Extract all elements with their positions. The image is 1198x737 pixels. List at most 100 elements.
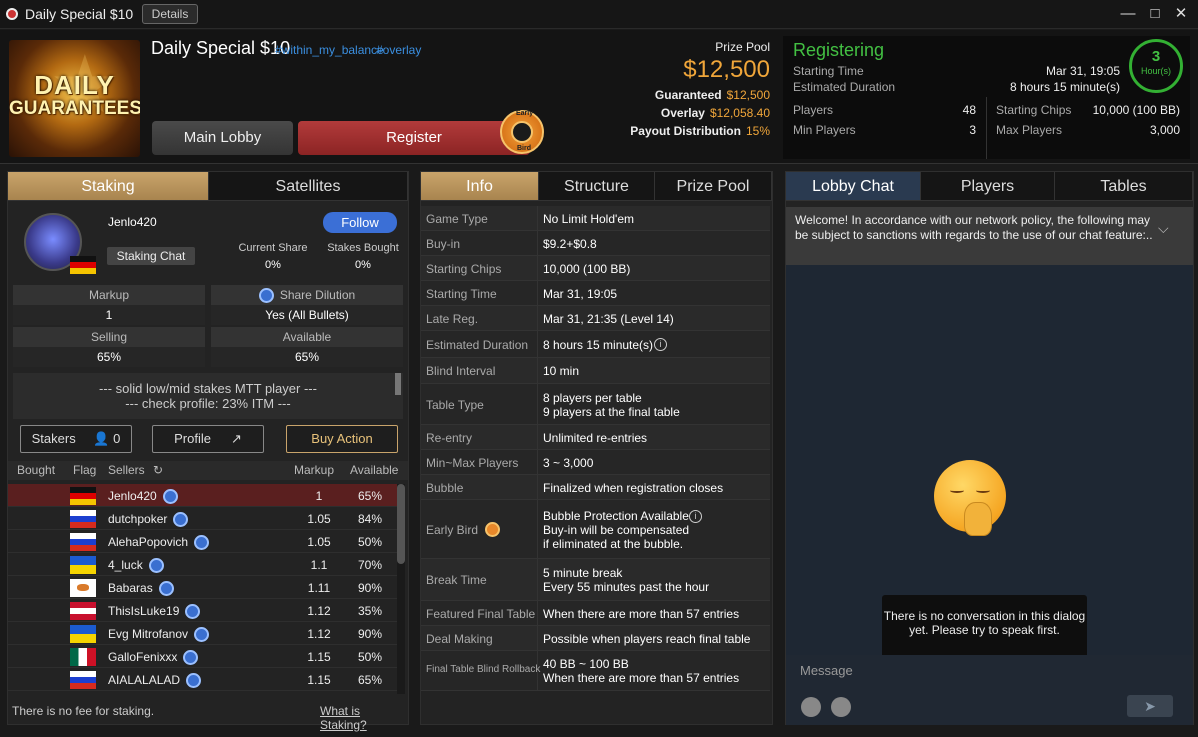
info-value-line: Bubble Protection Available: [543, 508, 689, 523]
tab-staking[interactable]: Staking: [8, 172, 209, 201]
hours-number: 3: [1151, 48, 1161, 65]
stakers-count: 0: [113, 431, 121, 446]
chevron-down-icon[interactable]: ⌵: [1158, 221, 1169, 236]
table-row[interactable]: dutchpoker 1.05 84%: [8, 507, 398, 530]
info-value: No Limit Hold'em: [543, 212, 634, 226]
register-button[interactable]: Register: [298, 121, 530, 155]
column-divider: [537, 331, 538, 357]
col-bought[interactable]: Bought: [17, 463, 55, 477]
seller-markup: 1.15: [307, 673, 331, 687]
tournament-banner: ★ DAILY GUARANTEES: [9, 40, 140, 157]
left-tabs: Staking Satellites: [8, 172, 408, 201]
staking-chat-button[interactable]: Staking Chat: [107, 247, 195, 265]
table-row[interactable]: Jenlo420 1 65%: [8, 484, 398, 507]
info-value: Bubble Protection Available Buy-in will b…: [543, 509, 689, 551]
buy-action-button[interactable]: Buy Action: [286, 425, 398, 453]
tab-lobby-chat[interactable]: Lobby Chat: [786, 172, 921, 201]
minimize-icon[interactable]: —: [1117, 4, 1139, 24]
follow-button[interactable]: Follow: [323, 212, 397, 233]
middle-tabs: Info Structure Prize Pool: [421, 172, 772, 201]
scroll-thumb[interactable]: [397, 484, 405, 564]
table-row[interactable]: AlehaPopovich 1.05 50%: [8, 530, 398, 553]
details-button[interactable]: Details: [142, 4, 198, 24]
seller-name: Jenlo420: [108, 489, 178, 505]
germany-flag-icon: [70, 256, 96, 274]
sellers-scrollbar[interactable]: [397, 484, 405, 694]
info-row: Final Table Blind Rollback 40 BB ~ 100 BB…: [421, 651, 770, 691]
tag-overlay[interactable]: #overlay: [376, 43, 421, 57]
table-row[interactable]: GalloFenixxx 1.15 50%: [8, 645, 398, 668]
refresh-icon[interactable]: ↻: [153, 463, 163, 477]
info-row: Blind Interval 10 min: [421, 358, 770, 384]
info-row: Bubble Finalized when registration closes: [421, 475, 770, 500]
column-divider: [537, 601, 538, 625]
main-lobby-button[interactable]: Main Lobby: [152, 121, 293, 155]
staking-shield-icon: [194, 627, 210, 643]
info-key: Early Bird: [426, 522, 479, 537]
table-row[interactable]: Babaras 1.11 90%: [8, 576, 398, 599]
emoji-picker-icon[interactable]: [801, 697, 821, 717]
table-row[interactable]: AIALALALAD 1.15 65%: [8, 668, 398, 691]
prize-pool-label: Prize Pool: [715, 40, 770, 54]
tab-info[interactable]: Info: [421, 172, 539, 201]
col-sellers[interactable]: Sellers: [108, 463, 145, 477]
seller-name: GalloFenixxx: [108, 650, 199, 666]
tab-satellites[interactable]: Satellites: [209, 172, 408, 201]
seller-name: Babaras: [108, 581, 174, 597]
early-bird-icon: [485, 521, 500, 537]
col-markup[interactable]: Markup: [294, 463, 334, 477]
info-value-line: Mar 31, 21:35 (Level 14): [543, 311, 674, 326]
what-is-staking-link[interactable]: What is Staking?: [320, 704, 408, 732]
info-key: Buy-in: [426, 236, 461, 251]
info-icon[interactable]: i: [689, 509, 702, 523]
info-icon[interactable]: i: [654, 337, 667, 351]
info-value-line: When there are more than 57 entries: [543, 606, 740, 621]
seller-name-text: ThisIsLuke19: [108, 604, 180, 618]
prize-pool-amount: $12,500: [683, 56, 770, 83]
tab-tables[interactable]: Tables: [1055, 172, 1193, 201]
seller-available: 84%: [358, 512, 383, 526]
close-icon[interactable]: ✕: [1170, 4, 1192, 24]
info-key: Estimated Duration: [426, 337, 529, 352]
seller-available: 90%: [358, 581, 383, 595]
min-players-label: Min Players: [793, 123, 856, 137]
tournament-name: Daily Special $10: [151, 38, 291, 58]
profile-button[interactable]: Profile ↗: [152, 425, 264, 453]
info-row: Featured Final Table When there are more …: [421, 601, 770, 626]
table-row[interactable]: Evg Mitrofanov 1.12 90%: [8, 622, 398, 645]
info-value-line: 3 ~ 3,000: [543, 455, 594, 470]
seller-name: 4_luck: [108, 558, 164, 574]
more-options-icon[interactable]: [831, 697, 851, 717]
hours-countdown-ring: 3 Hour(s): [1129, 39, 1183, 93]
table-row[interactable]: ThisIsLuke19 1.12 35%: [8, 599, 398, 622]
payout-label: Payout Distribution: [630, 124, 741, 138]
tab-players[interactable]: Players: [921, 172, 1055, 201]
stakers-button[interactable]: Stakers 👤 0: [20, 425, 132, 453]
seller-name: dutchpoker: [108, 512, 189, 528]
info-value: 3 ~ 3,000: [543, 456, 593, 470]
registration-status-box: Registering Starting Time Mar 31, 19:05 …: [783, 36, 1190, 97]
tag-within-balance[interactable]: #within_my_balance: [275, 43, 384, 57]
col-available[interactable]: Available: [350, 463, 398, 477]
col-flag[interactable]: Flag: [73, 463, 96, 477]
info-row: Deal Making Possible when players reach f…: [421, 626, 770, 651]
overlay-label: Overlay: [660, 106, 705, 120]
send-icon[interactable]: ➤: [1127, 695, 1173, 717]
info-value-line: 9 players at the final table: [543, 404, 680, 419]
staking-shield-icon: [183, 650, 199, 666]
info-value: 8 players per table 9 players at the fina…: [543, 391, 680, 419]
flag-icon: [70, 648, 96, 666]
seller-name-text: AIALALALAD: [108, 673, 181, 687]
stakes-bought-label: Stakes Bought: [327, 242, 399, 254]
message-input[interactable]: Message: [800, 663, 853, 678]
tab-prize-pool[interactable]: Prize Pool: [655, 172, 772, 201]
external-link-icon: ↗: [230, 431, 242, 446]
bio-scrollbar[interactable]: [395, 373, 401, 395]
seller-markup: 1.1: [310, 558, 328, 572]
tab-structure[interactable]: Structure: [539, 172, 655, 201]
maximize-icon[interactable]: □: [1144, 4, 1166, 24]
table-row[interactable]: 4_luck 1.1 70%: [8, 553, 398, 576]
info-panel: Info Structure Prize Pool Game Type No Li…: [420, 171, 773, 725]
seller-name-text: Babaras: [108, 581, 153, 595]
info-value-line: 8 hours 15 minute(s): [543, 337, 654, 352]
